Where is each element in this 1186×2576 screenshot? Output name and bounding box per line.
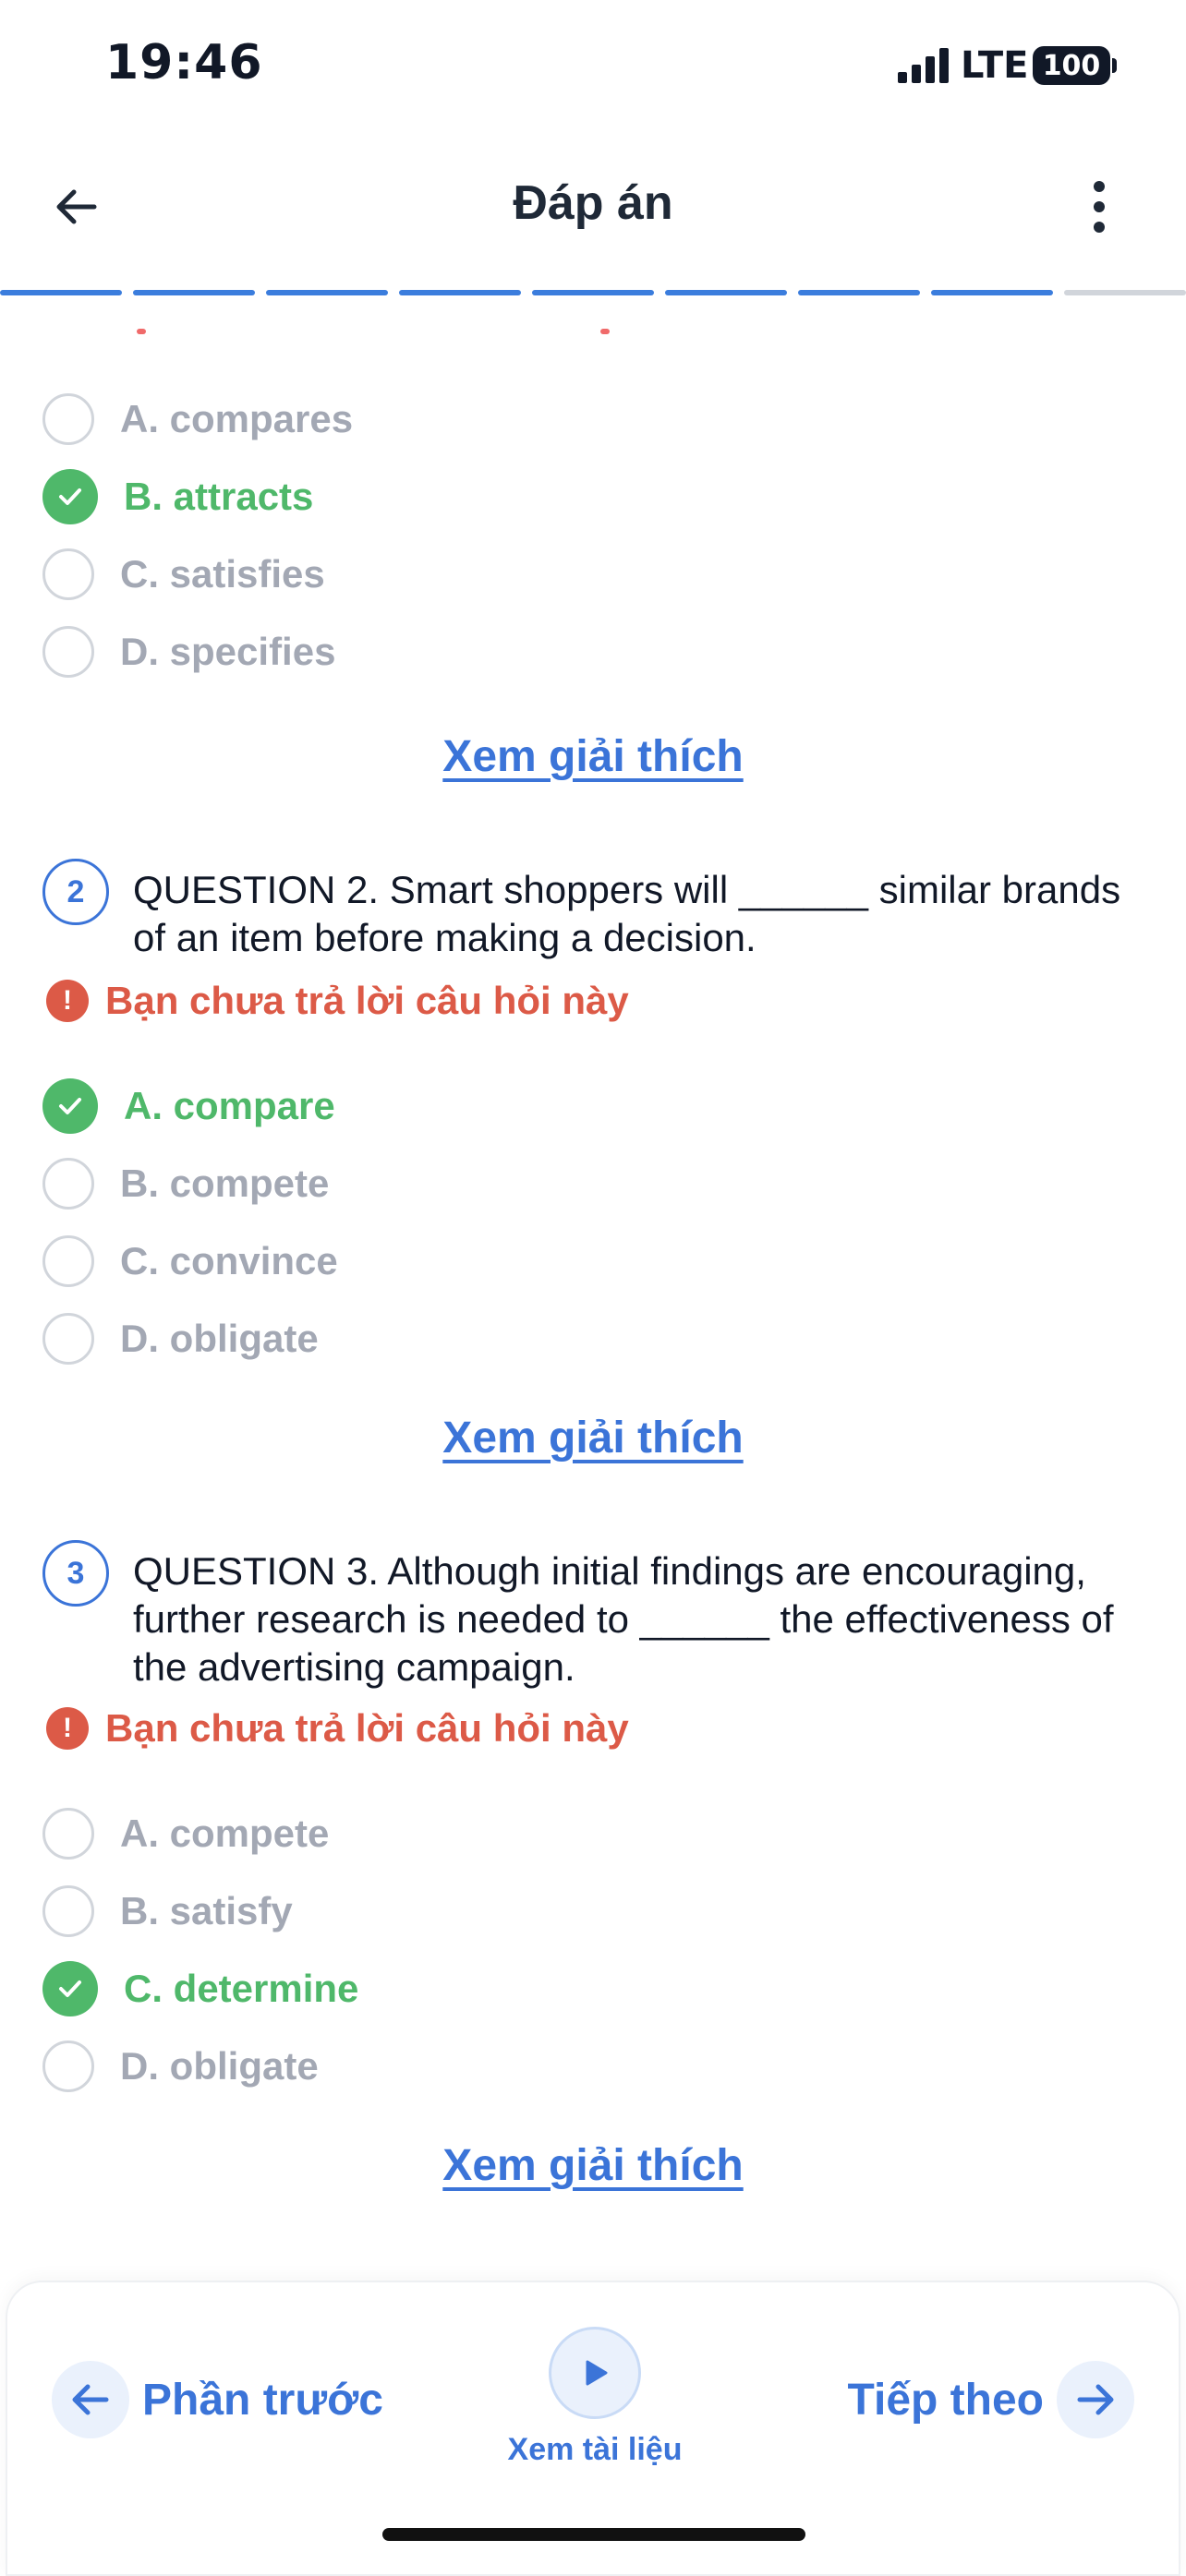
option-item[interactable]: B. attracts	[42, 467, 313, 526]
arrow-left-icon	[52, 2361, 129, 2438]
progress-segment	[798, 290, 920, 295]
question-text: QUESTION 2. Smart shoppers will ______ s…	[133, 868, 1121, 959]
option-label: A. compares	[120, 397, 354, 440]
progress-bar	[0, 290, 1186, 295]
question-text: QUESTION 3. Although initial findings ar…	[133, 1549, 1114, 1689]
option-label: A. compare	[124, 1084, 335, 1127]
option-label: B. satisfy	[120, 1889, 293, 1932]
network-label: LTE	[961, 44, 1029, 87]
check-icon	[42, 469, 98, 524]
option-item[interactable]: B. compete	[42, 1154, 329, 1213]
cutoff-text	[600, 329, 610, 334]
option-item[interactable]: A. compare	[42, 1077, 335, 1136]
unanswered-warning: ! Bạn chưa trả lời câu hỏi này	[46, 1701, 629, 1756]
option-label: A. compete	[120, 1812, 330, 1855]
view-document-label: Xem tài liệu	[507, 2432, 683, 2467]
check-icon	[42, 1078, 98, 1134]
option-label: D. obligate	[120, 1317, 319, 1360]
option-item[interactable]: A. compete	[42, 1804, 329, 1863]
option-label: D. obligate	[120, 2044, 319, 2088]
next-label: Tiếp theo	[847, 2375, 1044, 2425]
unanswered-warning: ! Bạn chưa trả lời câu hỏi này	[46, 973, 629, 1029]
option-item[interactable]: D. obligate	[42, 2037, 319, 2096]
radio-icon	[42, 393, 94, 445]
more-vertical-icon	[1094, 181, 1105, 233]
option-item[interactable]: C. satisfies	[42, 545, 325, 604]
header: Đáp án	[0, 148, 1186, 268]
cutoff-text	[137, 329, 146, 334]
check-icon	[42, 1961, 98, 2016]
status-time: 19:46	[105, 35, 263, 90]
explain-link[interactable]: Xem giải thích	[0, 731, 1186, 782]
question-number: 2	[42, 859, 109, 925]
page-title: Đáp án	[513, 176, 673, 230]
option-label: C. determine	[124, 1967, 359, 2010]
prev-label: Phần trước	[142, 2375, 383, 2425]
warning-text: Bạn chưa trả lời câu hỏi này	[105, 979, 629, 1022]
radio-icon	[42, 1158, 94, 1210]
battery-tip	[1112, 58, 1117, 73]
progress-segment	[399, 290, 521, 295]
next-button[interactable]: Tiếp theo	[848, 2358, 1134, 2441]
home-indicator	[382, 2528, 805, 2541]
progress-segment	[266, 290, 388, 295]
radio-icon	[42, 1885, 94, 1937]
status-bar: 19:46 LTE 100	[0, 0, 1186, 129]
progress-segment	[133, 290, 255, 295]
option-item[interactable]: B. satisfy	[42, 1882, 293, 1941]
progress-segment	[931, 290, 1053, 295]
prev-section-button[interactable]: Phần trước	[52, 2358, 383, 2441]
explain-link[interactable]: Xem giải thích	[0, 1413, 1186, 1463]
more-button[interactable]	[1062, 170, 1136, 244]
battery-level: 100	[1042, 49, 1101, 82]
radio-icon	[42, 2040, 94, 2092]
radio-icon	[42, 626, 94, 678]
option-item[interactable]: D. obligate	[42, 1309, 319, 1368]
option-item[interactable]: C. convince	[42, 1232, 338, 1291]
option-label: B. attracts	[124, 475, 314, 518]
progress-segment	[1064, 290, 1186, 295]
radio-icon	[42, 1235, 94, 1287]
alert-icon: !	[46, 1707, 89, 1750]
progress-segment	[532, 290, 654, 295]
radio-icon	[42, 1313, 94, 1365]
alert-icon: !	[46, 980, 89, 1022]
option-item[interactable]: A. compares	[42, 390, 353, 449]
play-icon	[549, 2327, 641, 2419]
progress-segment	[665, 290, 787, 295]
option-label: C. convince	[120, 1239, 338, 1282]
arrow-right-icon	[1057, 2361, 1134, 2438]
progress-segment	[0, 290, 122, 295]
option-label: B. compete	[120, 1162, 330, 1205]
warning-text: Bạn chưa trả lời câu hỏi này	[105, 1706, 629, 1750]
option-label: D. specifies	[120, 630, 336, 673]
option-item[interactable]: C. determine	[42, 1959, 358, 2018]
explain-link[interactable]: Xem giải thích	[0, 2140, 1186, 2191]
radio-icon	[42, 548, 94, 600]
option-label: C. satisfies	[120, 552, 325, 596]
signal-icon	[898, 48, 949, 83]
radio-icon	[42, 1808, 94, 1860]
view-document-button[interactable]: Xem tài liệu	[497, 2327, 693, 2468]
question-number: 3	[42, 1540, 109, 1607]
battery-icon: 100	[1033, 46, 1110, 85]
option-item[interactable]: D. specifies	[42, 622, 335, 681]
